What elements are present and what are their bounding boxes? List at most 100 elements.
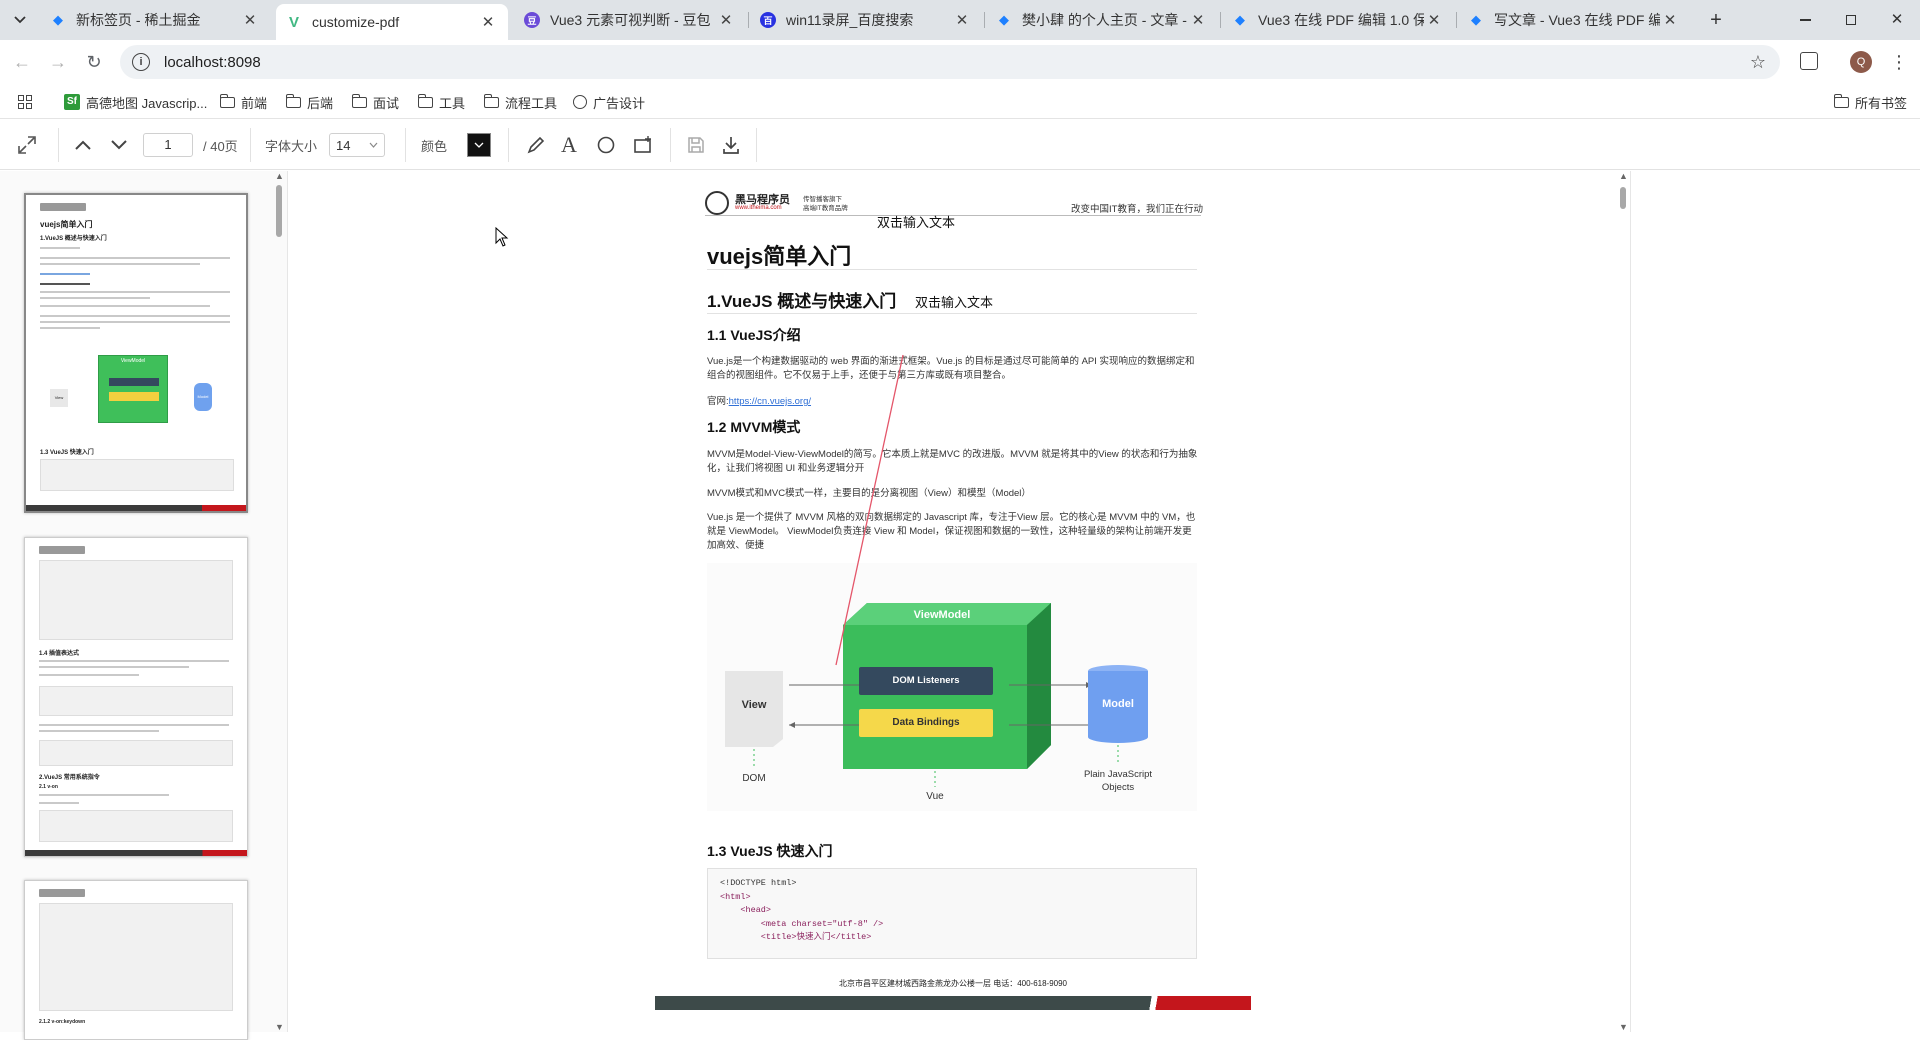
bookmark-label: 所有书签 (1855, 95, 1908, 111)
sidebar-scrollbar[interactable]: ▲ ▼ (273, 171, 285, 1032)
bookmark-label: 后端 (307, 95, 334, 111)
bookmark-ad-design[interactable]: 广告设计 (573, 92, 645, 112)
thumb-line (40, 297, 150, 299)
tab-juejin-write[interactable]: ◆ 写文章 - Vue3 在线 PDF 编辑 ✕ (1458, 4, 1690, 36)
heading-1-3: 1.3 VueJS 快速入门 (707, 843, 833, 859)
close-icon[interactable]: ✕ (1424, 11, 1444, 29)
thumb-line (39, 802, 79, 804)
rect-tool-button[interactable] (632, 132, 654, 158)
all-bookmarks[interactable]: 所有书签 (1833, 92, 1908, 112)
title-rule (707, 269, 1197, 270)
folder-icon (219, 93, 235, 108)
thumb-heading: 1.VueJS 概述与快速入门 (40, 236, 107, 242)
menu-icon[interactable]: ⋮ (1890, 50, 1908, 74)
avatar[interactable]: Q (1850, 51, 1872, 73)
bookmark-label: 高德地图 Javascrip... (86, 95, 208, 111)
forward-button[interactable]: → (44, 48, 72, 76)
close-icon[interactable]: ✕ (1188, 11, 1208, 29)
vue-icon: V (288, 13, 299, 31)
thumb-line (39, 724, 229, 726)
tab-juejin-profile[interactable]: ◆ 樊小肆 的个人主页 - 文章 - 掘金 ✕ (986, 4, 1218, 36)
url-text[interactable]: localhost:8098 (164, 54, 261, 71)
new-tab-button[interactable]: + (1702, 6, 1730, 34)
tab-search-button[interactable] (8, 8, 32, 32)
text-annotation[interactable]: 双击输入文本 (877, 212, 955, 231)
viewmodel-label: ViewModel (913, 609, 971, 621)
close-icon[interactable]: ✕ (1660, 11, 1680, 29)
tab-juejin-new[interactable]: ◆ 新标签页 - 稀土掘金 ✕ (40, 4, 270, 36)
close-icon[interactable]: ✕ (952, 11, 972, 29)
close-icon[interactable]: ✕ (716, 11, 736, 29)
font-size-select[interactable]: 14 (329, 133, 386, 157)
prev-page-button[interactable] (74, 132, 92, 158)
pdf-footer-text: 北京市昌平区建材城西路金燕龙办公楼一层 电话：400-618-9090 (838, 979, 1068, 988)
scrollbar-thumb[interactable] (276, 185, 282, 237)
sf-icon: Sf (64, 94, 80, 110)
scroll-up-icon[interactable]: ▲ (1619, 171, 1628, 181)
thumb-heading: 1.3 VueJS 快速入门 (40, 450, 94, 456)
save-button[interactable] (686, 132, 706, 158)
bookmark-amap[interactable]: Sf 高德地图 Javascrip... (64, 92, 207, 112)
apps-cell (26, 103, 32, 109)
text-tool-button[interactable]: A (561, 132, 577, 158)
bookmark-label: 流程工具 (505, 95, 558, 111)
color-picker[interactable] (467, 133, 492, 157)
next-page-button[interactable] (110, 132, 128, 158)
thumbnail-page-1[interactable]: vuejs简单入门 1.VueJS 概述与快速入门 ViewModel View… (24, 193, 248, 513)
thumb-code (39, 903, 233, 1011)
apps-icon[interactable] (18, 95, 32, 109)
logo-tag: 高端IT教育品牌 (803, 205, 848, 212)
scroll-up-icon[interactable]: ▲ (275, 171, 284, 181)
tab-doubao[interactable]: 豆 Vue3 元素可视判断 - 豆包 ✕ (514, 4, 746, 36)
code-line: <title>快速入门</title> (720, 932, 872, 942)
circle-tool-button[interactable] (596, 132, 616, 158)
close-window-button[interactable]: ✕ (1882, 8, 1912, 32)
toolbar-divider (756, 128, 757, 162)
tab-divider (748, 12, 749, 28)
apps-cell (18, 95, 24, 101)
font-size-label: 字体大小 (265, 138, 318, 154)
thumbnail-page-2[interactable]: 1.4 插值表达式 2.VueJS 常用系统指令 2.1 v-on (24, 537, 248, 857)
toolbar-divider (58, 128, 59, 162)
plain-js-label: Objects (1101, 782, 1135, 793)
chevron-down-icon (111, 140, 127, 150)
scroll-down-icon[interactable]: ▼ (1619, 1022, 1628, 1032)
thumb-vm-label: ViewModel (120, 358, 146, 364)
download-button[interactable] (721, 132, 741, 158)
thumbnail-page-3[interactable]: 2.1.2 v-on:keydown (24, 880, 248, 1040)
text-annotation[interactable]: 双击输入文本 (915, 292, 993, 311)
reload-button[interactable]: ↻ (80, 48, 108, 76)
bookmark-tools[interactable]: 工具 (417, 92, 465, 112)
info-icon[interactable]: i (132, 53, 150, 71)
folder-icon (417, 93, 433, 108)
logo-url: www.itheima.com (735, 205, 782, 211)
paragraph: Vue.js是一个构建数据驱动的 web 界面的渐进式框架。Vue.js 的目标… (707, 356, 1195, 381)
omnibox[interactable]: i localhost:8098 ☆ (120, 45, 1780, 79)
tab-strip: ◆ 新标签页 - 稀土掘金 ✕ V customize-pdf ✕ 豆 Vue3… (0, 0, 1920, 40)
back-button[interactable]: ← (8, 48, 36, 76)
minimize-button[interactable] (1790, 8, 1820, 32)
tab-baidu[interactable]: 百 win11录屏_百度搜索 ✕ (750, 4, 982, 36)
star-icon[interactable]: ☆ (1750, 52, 1766, 73)
bookmark-flow-tools[interactable]: 流程工具 (483, 92, 558, 112)
tab-title: Vue3 在线 PDF 编辑 1.0 保存 (1258, 12, 1424, 28)
restore-button[interactable] (1836, 8, 1866, 32)
tab-juejin-article[interactable]: ◆ Vue3 在线 PDF 编辑 1.0 保存 ✕ (1222, 4, 1454, 36)
close-icon[interactable]: ✕ (240, 11, 260, 29)
vuejs-link[interactable]: https://cn.vuejs.org/ (729, 396, 811, 407)
bookmark-interview[interactable]: 面试 (351, 92, 399, 112)
scroll-down-icon[interactable]: ▼ (275, 1022, 284, 1032)
toggle-sidebar-button[interactable] (16, 132, 38, 158)
bookmark-backend[interactable]: 后端 (285, 92, 334, 112)
scrollbar-thumb[interactable] (1620, 187, 1626, 209)
tab-customize-pdf[interactable]: V customize-pdf ✕ (276, 4, 508, 40)
pdf-footer-bar (655, 996, 1251, 1010)
page-input[interactable]: 1 (143, 133, 193, 157)
thumb-line (40, 321, 230, 323)
pen-tool-button[interactable] (526, 132, 546, 158)
extensions-icon[interactable] (1800, 52, 1818, 70)
main-scrollbar[interactable]: ▲ ▼ (1617, 171, 1629, 1032)
bookmark-frontend[interactable]: 前端 (219, 92, 267, 112)
thumb-line (39, 674, 139, 676)
close-icon[interactable]: ✕ (478, 13, 498, 31)
